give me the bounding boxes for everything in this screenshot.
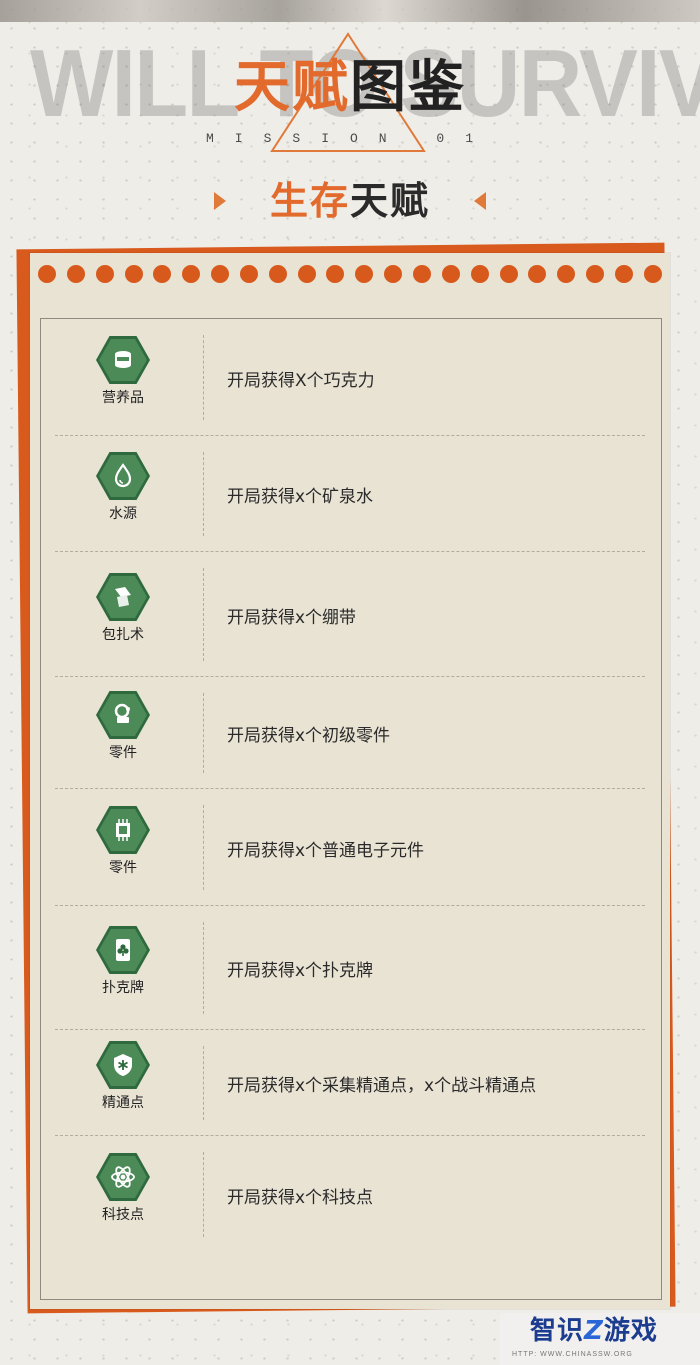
column-divider bbox=[203, 1152, 204, 1237]
chip-icon bbox=[96, 806, 150, 854]
binder-hole bbox=[557, 265, 576, 283]
binder-hole bbox=[239, 265, 258, 283]
arrow-right-icon bbox=[213, 192, 226, 210]
binder-hole bbox=[268, 265, 287, 283]
binder-hole bbox=[470, 265, 489, 283]
section-title-part2: 天赋 bbox=[350, 179, 431, 223]
watermark-logo: 智识Z游戏 bbox=[530, 1317, 658, 1346]
talent-description: 开局获得x个初级零件 bbox=[227, 726, 391, 746]
bandage-icon bbox=[96, 573, 150, 621]
talent-card: 营养品 开局获得X个巧克力 水源 开局获得x个矿泉水 包扎术 开局获得x个绷带 零件 开局获得… bbox=[30, 253, 670, 1309]
talent-name: 包扎术 bbox=[102, 627, 144, 643]
talent-description: 开局获得x个普通电子元件 bbox=[227, 841, 425, 861]
talent-row: 精通点 开局获得x个采集精通点，x个战斗精通点 bbox=[55, 1030, 645, 1136]
binder-hole bbox=[326, 265, 345, 283]
watermark-z: Z bbox=[584, 1316, 604, 1346]
talent-table: 营养品 开局获得X个巧克力 水源 开局获得x个矿泉水 包扎术 开局获得x个绷带 零件 开局获得… bbox=[40, 318, 662, 1300]
page-title: 天赋图鉴 bbox=[0, 60, 700, 116]
binder-hole bbox=[528, 265, 547, 283]
talent-name: 营养品 bbox=[102, 390, 144, 406]
binder-holes bbox=[38, 265, 662, 283]
section-title: 生存天赋 bbox=[270, 182, 430, 220]
talent-name: 水源 bbox=[109, 506, 137, 522]
column-divider bbox=[203, 335, 204, 420]
food-can-icon bbox=[96, 336, 150, 384]
binder-hole bbox=[38, 265, 56, 283]
mission-subtitle: MISSION 01 bbox=[205, 131, 494, 146]
talent-description: 开局获得X个巧克力 bbox=[227, 371, 375, 391]
talent-icon-group: 零件 bbox=[93, 691, 153, 762]
page-title-part2: 图鉴 bbox=[350, 55, 466, 120]
section-header: 生存天赋 bbox=[0, 176, 700, 226]
talent-description: 开局获得x个科技点 bbox=[227, 1188, 374, 1208]
talent-icon-group: 科技点 bbox=[93, 1153, 153, 1224]
parts-icon bbox=[96, 691, 150, 739]
talent-row: 零件 开局获得x个初级零件 bbox=[55, 677, 645, 789]
binder-hole bbox=[355, 265, 374, 283]
talent-icon-group: 营养品 bbox=[93, 336, 153, 407]
talent-name: 零件 bbox=[109, 745, 137, 761]
site-watermark: 智识Z游戏 HTTP: WWW.CHINASSW.ORG bbox=[500, 1313, 700, 1365]
talent-description: 开局获得x个扑克牌 bbox=[227, 961, 374, 981]
talent-name: 零件 bbox=[109, 860, 137, 876]
binder-hole bbox=[586, 265, 605, 283]
watermark-url: HTTP: WWW.CHINASSW.ORG bbox=[512, 1351, 633, 1358]
talent-icon-group: 扑克牌 bbox=[93, 926, 153, 997]
talent-row: 营养品 开局获得X个巧克力 bbox=[55, 319, 645, 436]
tech-atom-icon bbox=[96, 1153, 150, 1201]
talent-icon-group: 精通点 bbox=[93, 1041, 153, 1112]
talent-row: 水源 开局获得x个矿泉水 bbox=[55, 436, 645, 552]
column-divider bbox=[203, 1046, 204, 1120]
talent-icon-group: 零件 bbox=[93, 806, 153, 877]
binder-hole bbox=[153, 265, 172, 283]
talent-description: 开局获得x个绷带 bbox=[227, 608, 357, 628]
talent-icon-group: 水源 bbox=[93, 452, 153, 523]
page-title-part1: 天赋 bbox=[234, 55, 350, 120]
column-divider bbox=[203, 922, 204, 1014]
binder-hole bbox=[384, 265, 403, 283]
talent-description: 开局获得x个矿泉水 bbox=[227, 487, 374, 507]
talent-row: 包扎术 开局获得x个绷带 bbox=[55, 552, 645, 677]
talent-description: 开局获得x个采集精通点，x个战斗精通点 bbox=[227, 1076, 537, 1096]
column-divider bbox=[203, 805, 204, 890]
binder-hole bbox=[211, 265, 230, 283]
water-drop-icon bbox=[96, 452, 150, 500]
binder-hole bbox=[95, 265, 114, 283]
watermark-part1: 智识 bbox=[530, 1316, 585, 1346]
binder-hole bbox=[643, 265, 662, 283]
talent-name: 精通点 bbox=[102, 1095, 144, 1111]
binder-hole bbox=[66, 265, 85, 283]
column-divider bbox=[203, 693, 204, 773]
binder-hole bbox=[499, 265, 518, 283]
binder-hole bbox=[182, 265, 201, 283]
shield-star-icon bbox=[96, 1041, 150, 1089]
arrow-left-icon bbox=[474, 192, 487, 210]
talent-name: 科技点 bbox=[102, 1207, 144, 1223]
column-divider bbox=[203, 568, 204, 661]
talent-row: 扑克牌 开局获得x个扑克牌 bbox=[55, 906, 645, 1030]
binder-hole bbox=[297, 265, 316, 283]
talent-row: 零件 开局获得x个普通电子元件 bbox=[55, 789, 645, 906]
section-title-part1: 生存 bbox=[269, 179, 350, 223]
column-divider bbox=[203, 452, 204, 536]
talent-icon-group: 包扎术 bbox=[93, 573, 153, 644]
watermark-part2: 游戏 bbox=[603, 1316, 658, 1346]
talent-name: 扑克牌 bbox=[102, 980, 144, 996]
top-banner-strip bbox=[0, 0, 700, 22]
talent-row: 科技点 开局获得x个科技点 bbox=[55, 1136, 645, 1253]
club-card-icon bbox=[96, 926, 150, 974]
binder-hole bbox=[124, 265, 143, 283]
binder-hole bbox=[412, 265, 431, 283]
binder-hole bbox=[441, 265, 460, 283]
binder-hole bbox=[614, 265, 633, 283]
